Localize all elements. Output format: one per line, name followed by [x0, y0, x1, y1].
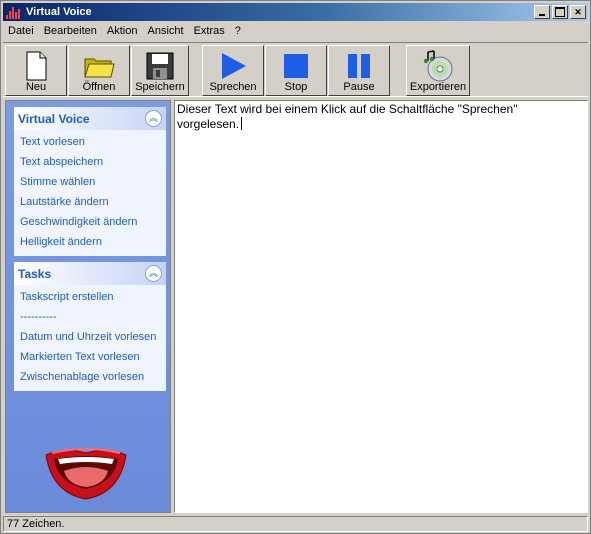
new-button[interactable]: Neu [5, 45, 67, 96]
menu-ansicht[interactable]: Ansicht [142, 22, 188, 41]
menu-extras[interactable]: Extras [189, 22, 230, 41]
editor-text: Dieser Text wird bei einem Klick auf die… [177, 102, 518, 131]
open-button[interactable]: Öffnen [68, 45, 130, 96]
new-label: Neu [25, 81, 47, 93]
chevron-up-icon[interactable]: ︽ [145, 265, 162, 282]
app-window: Virtual Voice ✕ Datei Bearbeiten Aktion … [0, 0, 591, 534]
window-title: Virtual Voice [26, 6, 92, 18]
menu-aktion[interactable]: Aktion [102, 22, 143, 41]
stop-button[interactable]: Stop [265, 45, 327, 96]
link-read-date-time[interactable]: Datum und Uhrzeit vorlesen [14, 327, 166, 347]
stop-label: Stop [284, 81, 308, 93]
minimize-icon[interactable] [534, 5, 550, 19]
save-label: Speichern [135, 81, 185, 93]
text-editor[interactable]: Dieser Text wird bei einem Klick auf die… [174, 100, 588, 513]
speak-button[interactable]: Sprechen [202, 45, 264, 96]
panel-header-virtual-voice[interactable]: Virtual Voice ︽ [14, 107, 166, 130]
cd-music-icon [423, 50, 453, 82]
link-read-clipboard[interactable]: Zwischenablage vorlesen [14, 367, 166, 387]
panel-virtual-voice: Virtual Voice ︽ Text vorlesen Text abspe… [14, 107, 166, 256]
link-change-volume[interactable]: Lautstärke ändern [14, 192, 166, 212]
menu-datei[interactable]: Datei [3, 22, 39, 41]
link-create-taskscript[interactable]: Taskscript erstellen [14, 287, 166, 307]
panel-tasks: Tasks ︽ Taskscript erstellen ---------- … [14, 262, 166, 391]
play-icon [222, 53, 246, 79]
export-button[interactable]: Exportieren [406, 45, 470, 96]
title-bar[interactable]: Virtual Voice ✕ [3, 3, 588, 21]
link-change-speed[interactable]: Geschwindigkeit ändern [14, 212, 166, 232]
chevron-up-icon[interactable]: ︽ [145, 110, 162, 127]
link-read-text[interactable]: Text vorlesen [14, 132, 166, 152]
text-caret [241, 117, 243, 130]
save-button[interactable]: Speichern [131, 45, 189, 96]
link-change-pitch[interactable]: Helligkeit ändern [14, 232, 166, 252]
mouth-logo [45, 448, 127, 500]
panel-title-virtual-voice: Virtual Voice [18, 111, 90, 126]
speak-label: Sprechen [209, 81, 257, 93]
new-document-icon [26, 51, 47, 81]
status-text: 77 Zeichen. [7, 518, 65, 530]
open-label: Öffnen [82, 81, 116, 93]
close-icon[interactable]: ✕ [570, 5, 586, 19]
pause-button[interactable]: Pause [328, 45, 390, 96]
stop-icon [284, 54, 308, 78]
pause-label: Pause [343, 81, 375, 93]
link-separator: ---------- [20, 311, 57, 323]
menu-bar: Datei Bearbeiten Aktion Ansicht Extras ? [3, 22, 588, 41]
app-icon [6, 5, 22, 19]
task-sidebar: Virtual Voice ︽ Text vorlesen Text abspe… [5, 100, 171, 513]
panel-header-tasks[interactable]: Tasks ︽ [14, 262, 166, 285]
maximize-icon[interactable] [552, 5, 568, 19]
toolbar: Neu Öffnen Speichern Sprechen Stop Pause… [3, 42, 588, 97]
link-save-text[interactable]: Text abspeichern [14, 152, 166, 172]
link-read-selected-text[interactable]: Markierten Text vorlesen [14, 347, 166, 367]
panel-title-tasks: Tasks [18, 266, 52, 281]
export-label: Exportieren [409, 81, 467, 93]
pause-icon [348, 54, 370, 78]
menu-help[interactable]: ? [230, 22, 246, 41]
status-bar: 77 Zeichen. [3, 516, 588, 532]
link-choose-voice[interactable]: Stimme wählen [14, 172, 166, 192]
folder-icon [84, 58, 115, 78]
menu-bearbeiten[interactable]: Bearbeiten [39, 22, 102, 41]
floppy-disk-icon [146, 52, 174, 80]
